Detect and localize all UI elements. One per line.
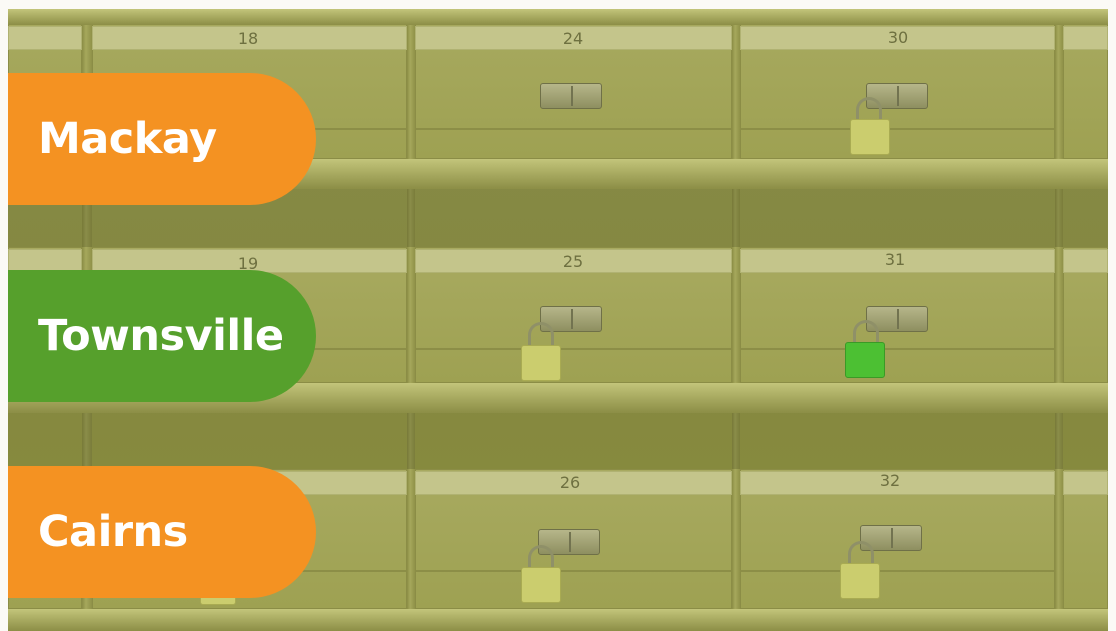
number-label-strip xyxy=(1063,249,1108,273)
banner-townsville: Townsville xyxy=(8,270,316,402)
shelf-ledge xyxy=(8,609,1108,631)
number-label-strip xyxy=(8,26,82,50)
box-number: 31 xyxy=(884,250,906,269)
padlock-shackle xyxy=(856,97,882,121)
banner-label: Townsville xyxy=(38,311,284,361)
shelf-shadow xyxy=(8,413,1108,469)
column-divider xyxy=(732,9,740,631)
banner-label: Cairns xyxy=(38,507,188,557)
padlock-shackle xyxy=(528,545,554,569)
padlock-shackle xyxy=(528,322,554,346)
padlock-icon xyxy=(521,567,561,603)
shelf-ledge xyxy=(8,9,1108,25)
graphic-frame: 18 24 30 19 25 31 26 32 Mackay Townsvill… xyxy=(0,0,1116,631)
column-divider xyxy=(407,9,415,631)
padlock-icon xyxy=(521,345,561,381)
box-number: 26 xyxy=(559,473,581,492)
box-number: 18 xyxy=(237,29,259,48)
number-label-strip xyxy=(1063,471,1108,495)
box-number: 24 xyxy=(562,29,584,48)
banner-mackay: Mackay xyxy=(8,73,316,205)
banner-label: Mackay xyxy=(38,114,217,164)
padlock-shackle xyxy=(848,541,874,565)
column-divider xyxy=(1055,9,1063,631)
padlock-icon xyxy=(845,342,885,378)
padlock-shackle xyxy=(853,320,879,344)
box-number: 32 xyxy=(879,471,901,490)
padlock-icon xyxy=(840,563,880,599)
padlock-icon xyxy=(850,119,890,155)
number-label-strip xyxy=(1063,26,1108,50)
banner-cairns: Cairns xyxy=(8,466,316,598)
box-number: 30 xyxy=(887,28,909,47)
box-number: 25 xyxy=(562,252,584,271)
door-latch xyxy=(540,83,602,109)
